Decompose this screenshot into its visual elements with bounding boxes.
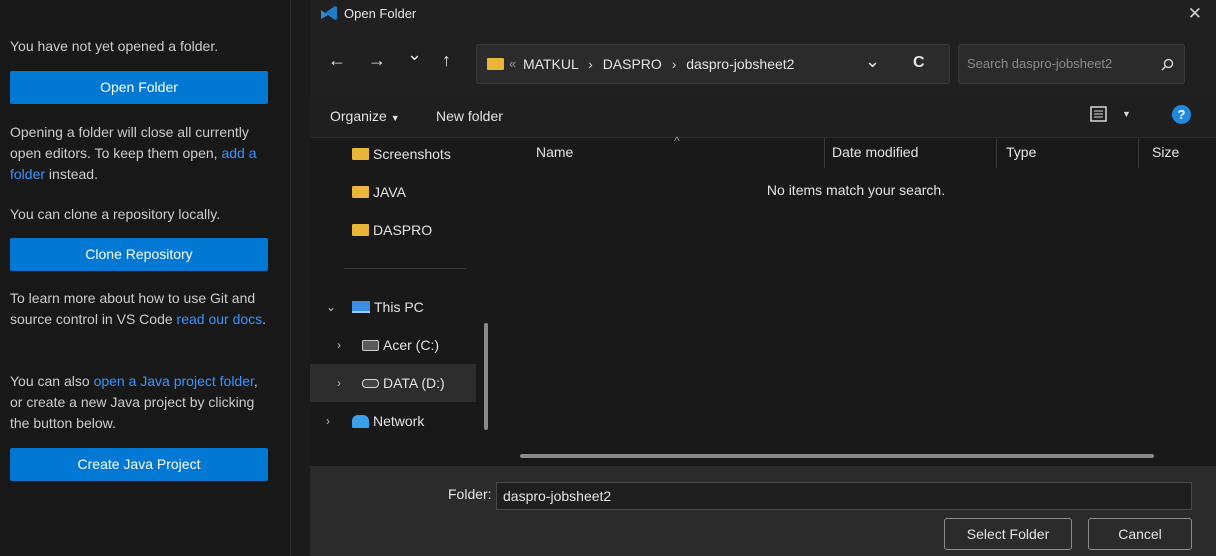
dialog-titlebar: Open Folder ✕: [310, 0, 1216, 30]
java-info: You can also open a Java project folder,…: [10, 371, 272, 434]
up-arrow-icon[interactable]: ↑: [442, 50, 451, 71]
back-arrow-icon[interactable]: ←: [328, 50, 346, 71]
clone-info-text: You can clone a repository locally.: [10, 206, 221, 222]
select-folder-button[interactable]: Select Folder: [944, 518, 1072, 550]
horizontal-scrollbar[interactable]: [520, 454, 1154, 458]
tree-item-acer-c[interactable]: › Acer (C:): [310, 326, 476, 364]
help-icon[interactable]: ?: [1172, 105, 1191, 124]
chevron-right-icon[interactable]: ›: [337, 326, 341, 364]
chevron-right-icon[interactable]: ›: [337, 364, 341, 402]
folder-icon: [352, 148, 369, 160]
info-text: Opening a folder will close all currentl…: [10, 124, 249, 161]
dialog-title: Open Folder: [344, 6, 417, 21]
open-folder-info: Opening a folder will close all currentl…: [10, 122, 272, 185]
tree-item-label: This PC: [374, 299, 424, 315]
tree-item-label: DATA (D:): [383, 375, 445, 391]
tree-item-data-d[interactable]: › DATA (D:): [310, 364, 476, 402]
column-header-type[interactable]: Type: [1006, 138, 1036, 168]
open-folder-dialog: Open Folder ✕ ← → ⌄ ↑ « MATKUL › DASPRO …: [310, 0, 1216, 556]
cancel-button[interactable]: Cancel: [1088, 518, 1192, 550]
folder-name-input[interactable]: [496, 482, 1192, 510]
breadcrumb-item[interactable]: MATKUL: [523, 56, 578, 72]
address-bar[interactable]: « MATKUL › DASPRO › daspro-jobsheet2 ⌄ C: [476, 44, 950, 84]
breadcrumb-separator-icon: ›: [671, 56, 677, 72]
tree-item-label: Network: [373, 413, 425, 429]
search-input[interactable]: Search daspro-jobsheet2: [958, 44, 1185, 84]
vscode-explorer-panel: You have not yet opened a folder. Open F…: [0, 0, 290, 556]
no-folder-text: You have not yet opened a folder.: [10, 38, 219, 54]
breadcrumb-overflow[interactable]: «: [509, 56, 516, 71]
info-text: You can also: [10, 373, 94, 389]
tree-divider: [344, 268, 466, 269]
close-icon[interactable]: ✕: [1188, 4, 1202, 24]
column-divider[interactable]: [996, 138, 997, 168]
vscode-icon: [321, 6, 337, 20]
view-dropdown-icon[interactable]: ▼: [1122, 109, 1131, 119]
git-info: To learn more about how to use Git and s…: [10, 288, 272, 330]
info-text: instead.: [45, 166, 98, 182]
command-bar: Organize ▼ New folder ▼ ?: [310, 94, 1216, 138]
column-divider[interactable]: [824, 138, 825, 168]
dialog-footer: Folder: Select Folder Cancel: [310, 466, 1216, 556]
breadcrumb-item[interactable]: DASPRO: [603, 56, 662, 72]
chevron-right-icon[interactable]: ›: [326, 402, 330, 440]
search-placeholder: Search daspro-jobsheet2: [967, 56, 1113, 71]
forward-arrow-icon[interactable]: →: [368, 50, 386, 71]
tree-item-this-pc[interactable]: ⌄ This PC: [310, 288, 476, 326]
open-folder-button[interactable]: Open Folder: [10, 71, 268, 104]
tree-item-label: DASPRO: [373, 222, 433, 238]
column-divider[interactable]: [1138, 138, 1139, 168]
organize-label: Organize: [330, 108, 387, 124]
computer-icon: [352, 301, 370, 313]
empty-message: No items match your search.: [766, 182, 946, 198]
read-docs-link[interactable]: read our docs: [177, 311, 263, 327]
navigation-pane: Screenshots JAVA DASPRO ⌄ This PC › Acer…: [310, 138, 488, 466]
organize-menu[interactable]: Organize ▼: [330, 108, 400, 124]
refresh-icon[interactable]: C: [913, 54, 925, 72]
tree-item-label: JAVA: [373, 184, 406, 200]
search-icon[interactable]: [1161, 58, 1174, 71]
column-header-date-modified[interactable]: Date modified: [832, 138, 918, 168]
breadcrumb-item[interactable]: daspro-jobsheet2: [686, 56, 794, 72]
breadcrumb-separator-icon: ›: [588, 56, 593, 72]
open-java-project-link[interactable]: open a Java project folder: [94, 373, 254, 389]
navigation-bar: ← → ⌄ ↑ « MATKUL › DASPRO › daspro-jobsh…: [310, 30, 1216, 94]
tree-item-screenshots[interactable]: Screenshots: [310, 135, 476, 173]
folder-icon: [352, 224, 369, 236]
new-folder-button[interactable]: New folder: [436, 108, 503, 124]
sort-arrow-icon: ^: [674, 134, 680, 148]
clone-repository-button[interactable]: Clone Repository: [10, 238, 268, 271]
file-list: Name ^ Date modified Type Size No items …: [488, 134, 1216, 466]
tree-item-label: Screenshots: [373, 146, 451, 162]
tree-item-network[interactable]: › Network: [310, 402, 476, 440]
info-text: .: [262, 311, 267, 327]
tree-item-label: Acer (C:): [383, 337, 439, 353]
create-java-project-button[interactable]: Create Java Project: [10, 448, 268, 481]
drive-icon: [362, 340, 379, 351]
panel-divider: [290, 0, 310, 556]
breadcrumb: MATKUL › DASPRO › daspro-jobsheet2: [523, 56, 794, 72]
folder-icon: [352, 186, 369, 198]
network-icon: [352, 415, 369, 428]
address-dropdown-icon[interactable]: ⌄: [865, 51, 880, 72]
folder-label: Folder:: [448, 486, 492, 502]
column-header-size[interactable]: Size: [1152, 138, 1179, 168]
tree-item-java[interactable]: JAVA: [310, 173, 476, 211]
drive-icon: [362, 379, 379, 388]
chevron-down-icon[interactable]: ⌄: [326, 288, 336, 326]
recent-locations-chevron-icon[interactable]: ⌄: [407, 44, 422, 65]
folder-icon: [487, 58, 504, 70]
view-options-icon[interactable]: [1090, 106, 1107, 122]
column-header-name[interactable]: Name: [536, 138, 573, 168]
dropdown-arrow-icon: ▼: [390, 113, 400, 123]
tree-item-daspro[interactable]: DASPRO: [310, 211, 476, 249]
